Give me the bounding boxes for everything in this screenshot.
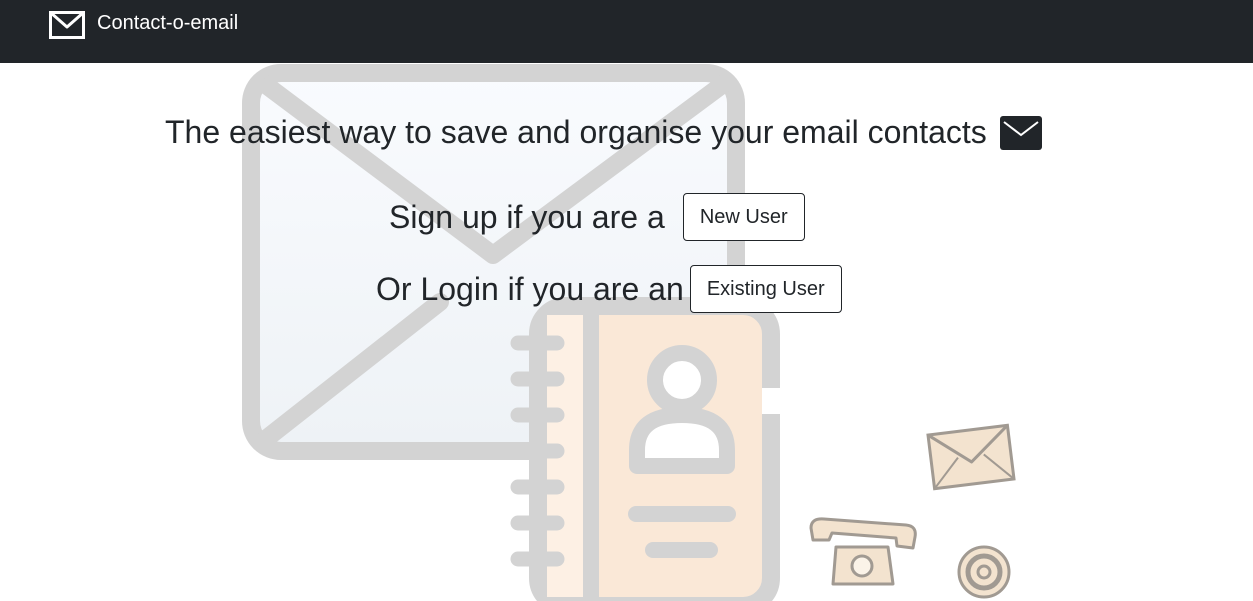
page-headline: The easiest way to save and organise you… bbox=[165, 114, 1043, 151]
hero-content: The easiest way to save and organise you… bbox=[0, 0, 1253, 601]
signup-prompt: Sign up if you are a bbox=[389, 198, 665, 235]
signup-row: Sign up if you are a New User bbox=[389, 193, 805, 241]
existing-user-button[interactable]: Existing User bbox=[689, 265, 842, 313]
envelope-filled-icon bbox=[999, 115, 1042, 150]
headline-text: The easiest way to save and organise you… bbox=[165, 114, 987, 150]
login-prompt: Or Login if you are an bbox=[376, 270, 684, 307]
login-row: Or Login if you are an Existing User bbox=[376, 265, 842, 313]
new-user-button[interactable]: New User bbox=[682, 193, 805, 241]
